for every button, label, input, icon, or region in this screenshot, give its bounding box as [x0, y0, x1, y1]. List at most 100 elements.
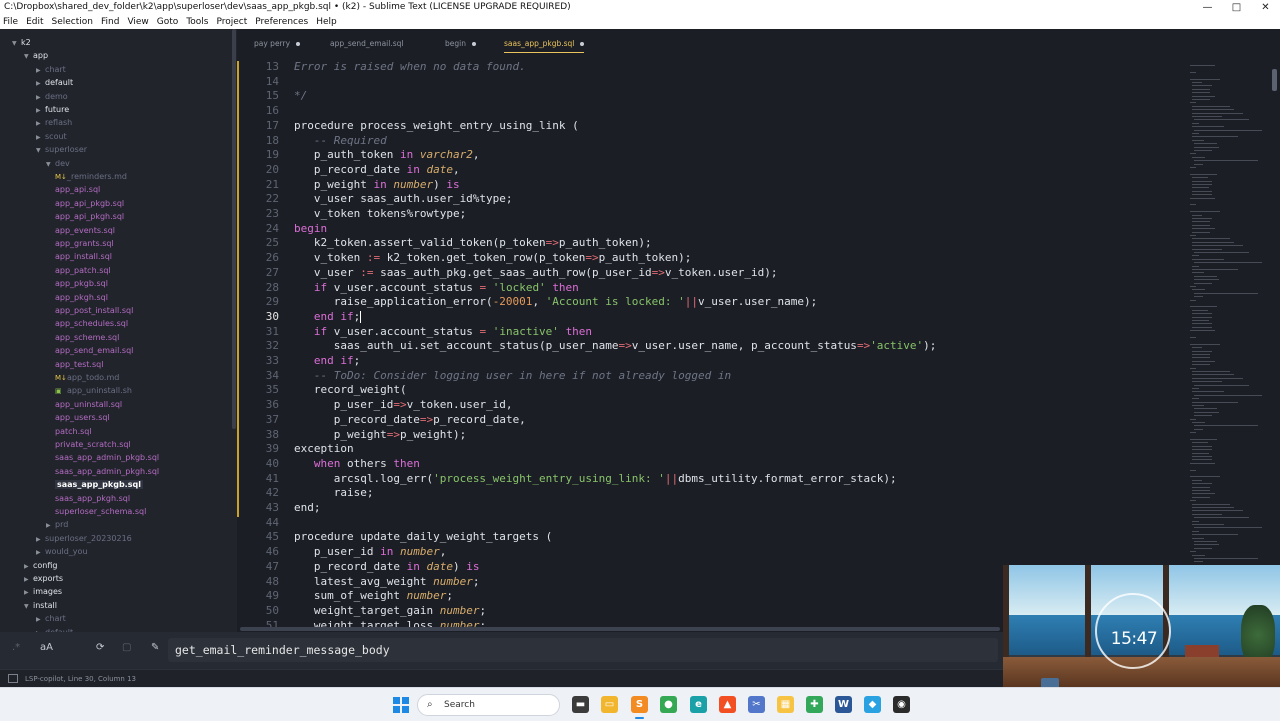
sidebar-item[interactable]: ▶ demo [36, 90, 68, 103]
sidebar-item[interactable]: app_install.sql [55, 250, 112, 263]
sidebar-item[interactable]: saas_app_admin_pkgh.sql [55, 465, 159, 478]
menu-item-selection[interactable]: Selection [52, 15, 93, 29]
code-line[interactable]: p_user_id in number, [294, 545, 446, 560]
sidebar-item[interactable]: ▶ scout [36, 130, 67, 143]
code-line[interactable]: if v_user.account_status = 'locked' then [294, 281, 579, 296]
tab-begin[interactable]: begin [445, 29, 476, 57]
sidebar-item[interactable]: superloser_schema.sql [55, 505, 146, 518]
code-line[interactable]: weight_target_loss number; [294, 619, 486, 627]
sidebar-item[interactable]: ▶ future [36, 103, 69, 116]
sidebar-item[interactable]: app_test.sql [55, 358, 103, 371]
tab-pay-perry[interactable]: pay perry [254, 29, 301, 57]
sidebar-item[interactable]: app_uninstall.sql [55, 398, 122, 411]
sidebar-item[interactable]: app_grants.sql [55, 237, 114, 250]
start-button[interactable] [393, 697, 409, 713]
sidebar-item[interactable]: M↓_reminders.md [55, 170, 127, 183]
sidebar-item[interactable]: app_pkgb.sql [55, 277, 108, 290]
sidebar-item[interactable]: saas_app_admin_pkgb.sql [55, 451, 159, 464]
sidebar-item[interactable]: saas_app_pkgh.sql [55, 492, 130, 505]
taskbar-edge-icon[interactable]: e [690, 696, 707, 713]
tab-saas-app-pkgb-sql[interactable]: saas_app_pkgb.sql [504, 29, 585, 57]
code-line[interactable]: -- Required [294, 134, 387, 149]
sidebar-item[interactable]: ▶ config [24, 559, 57, 572]
sidebar-item[interactable]: ▶ prd [46, 518, 68, 531]
code-line[interactable]: k2_token.assert_valid_token(p_token=>p_a… [294, 236, 652, 251]
code-line[interactable]: p_auth_token in varchar2, [294, 148, 480, 163]
panel-toggle-icon[interactable] [8, 674, 18, 683]
sidebar-item[interactable]: app_pkgh.sql [55, 291, 108, 304]
sidebar-item[interactable]: app_post_install.sql [55, 304, 133, 317]
sidebar-item[interactable]: app_patch.sql [55, 264, 111, 277]
sidebar-item[interactable]: app_users.sql [55, 411, 110, 424]
code-line[interactable]: Error is raised when no data found. [294, 60, 526, 75]
sidebar-item[interactable]: app_api_pkgb.sql [55, 197, 124, 210]
minimap[interactable] [1188, 57, 1280, 627]
wrap-toggle[interactable]: ⟳ [96, 642, 104, 653]
code-line[interactable]: p_record_date=>p_record_date, [294, 413, 526, 428]
code-line[interactable]: v_token tokens%rowtype; [294, 207, 466, 222]
code-line[interactable]: p_record_date in date, [294, 163, 460, 178]
in-selection-toggle[interactable]: ▢ [122, 642, 131, 653]
code-line[interactable]: p_weight in number) is [294, 178, 460, 193]
taskbar-brave-icon[interactable]: ▲ [719, 696, 736, 713]
sidebar-item[interactable]: ▶ images [24, 585, 62, 598]
taskbar-folder-icon[interactable]: ▭ [601, 696, 618, 713]
menu-item-tools[interactable]: Tools [186, 15, 208, 29]
sidebar-item[interactable]: app_schedules.sql [55, 317, 128, 330]
case-sensitive-toggle[interactable]: aA [40, 642, 53, 653]
code-line[interactable]: end if; [294, 354, 360, 369]
code-line[interactable]: -- ToDo: Consider logging user in here i… [294, 369, 731, 384]
taskbar-word-icon[interactable]: W [835, 696, 852, 713]
code-line[interactable]: v_user saas_auth.user_id%type; [294, 192, 513, 207]
sidebar-item[interactable]: ▶ chart [36, 612, 66, 625]
sidebar-item[interactable]: ▼ app [24, 49, 48, 62]
code-line[interactable]: raise; [294, 486, 374, 501]
code-line[interactable]: saas_auth_ui.set_account_status(p_user_n… [294, 339, 937, 354]
horizontal-scrollbar[interactable] [240, 627, 1000, 631]
menu-item-project[interactable]: Project [216, 15, 247, 29]
minimize-button[interactable]: — [1193, 0, 1222, 15]
menu-item-find[interactable]: Find [101, 15, 119, 29]
taskbar-vpn-icon[interactable]: ✚ [806, 696, 823, 713]
sidebar-item[interactable]: patch.sql [55, 425, 92, 438]
sidebar-item[interactable]: app_api.sql [55, 183, 100, 196]
sidebar-item[interactable]: app_send_email.sql [55, 344, 133, 357]
sidebar-item[interactable]: ▼ superloser [36, 143, 87, 156]
sidebar-item[interactable]: saas_app_pkgb.sql [55, 478, 143, 491]
taskbar-chrome-icon[interactable]: ● [660, 696, 677, 713]
vertical-scrollbar[interactable] [1272, 69, 1277, 91]
find-input[interactable]: get_email_reminder_message_body [168, 638, 998, 662]
sidebar-item[interactable]: ▼ dev [46, 157, 70, 170]
menu-item-view[interactable]: View [127, 15, 148, 29]
sidebar-item[interactable]: app_api_pkgh.sql [55, 210, 124, 223]
maximize-button[interactable]: □ [1222, 0, 1251, 15]
code-line[interactable]: p_record_date in date) is [294, 560, 480, 575]
editor[interactable]: 13 14 15 16 17 18 19 20 21 22 23 24 25 26 27 28 29 30 31 32… [237, 57, 1187, 627]
taskbar-notes-icon[interactable]: ▦ [777, 696, 794, 713]
code-line[interactable]: p_user_id=>v_token.user_id, [294, 398, 513, 413]
taskbar-obs-icon[interactable]: ◉ [893, 696, 910, 713]
code-line[interactable]: raise_application_error(-20001, 'Account… [294, 295, 818, 310]
code-line[interactable]: procedure update_daily_weight_targets ( [294, 530, 552, 545]
sidebar-item[interactable]: ▼ k2 [12, 36, 31, 49]
code-line[interactable]: v_user := saas_auth_pkg.get_saas_auth_ro… [294, 266, 778, 281]
code-line[interactable]: sum_of_weight number; [294, 589, 453, 604]
sidebar-item[interactable]: ▶ reflash [36, 116, 72, 129]
sidebar-item[interactable]: ▶ chart [36, 63, 66, 76]
code-line[interactable]: record_weight( [294, 383, 407, 398]
taskbar-file-explorer-icon[interactable]: ▬ [572, 696, 589, 713]
sidebar-item[interactable]: app_scheme.sql [55, 331, 119, 344]
code-line[interactable]: procedure process_weight_entry_using_lin… [294, 119, 579, 134]
taskbar-snipping-tool-icon[interactable]: ✂ [748, 696, 765, 713]
sidebar-item[interactable]: M↓app_todo.md [55, 371, 119, 384]
tab-app-send-email-sql[interactable]: app_send_email.sql [330, 29, 403, 57]
menu-item-preferences[interactable]: Preferences [255, 15, 308, 29]
menu-item-help[interactable]: Help [316, 15, 337, 29]
code-line[interactable]: */ [294, 89, 307, 104]
code-line[interactable]: when others then [294, 457, 420, 472]
menu-item-edit[interactable]: Edit [26, 15, 43, 29]
taskbar-photos-icon[interactable]: ◆ [864, 696, 881, 713]
menu-item-file[interactable]: File [3, 15, 18, 29]
code-line[interactable]: arcsql.log_err('process_weight_entry_usi… [294, 472, 897, 487]
regex-toggle[interactable]: .* [12, 642, 20, 653]
